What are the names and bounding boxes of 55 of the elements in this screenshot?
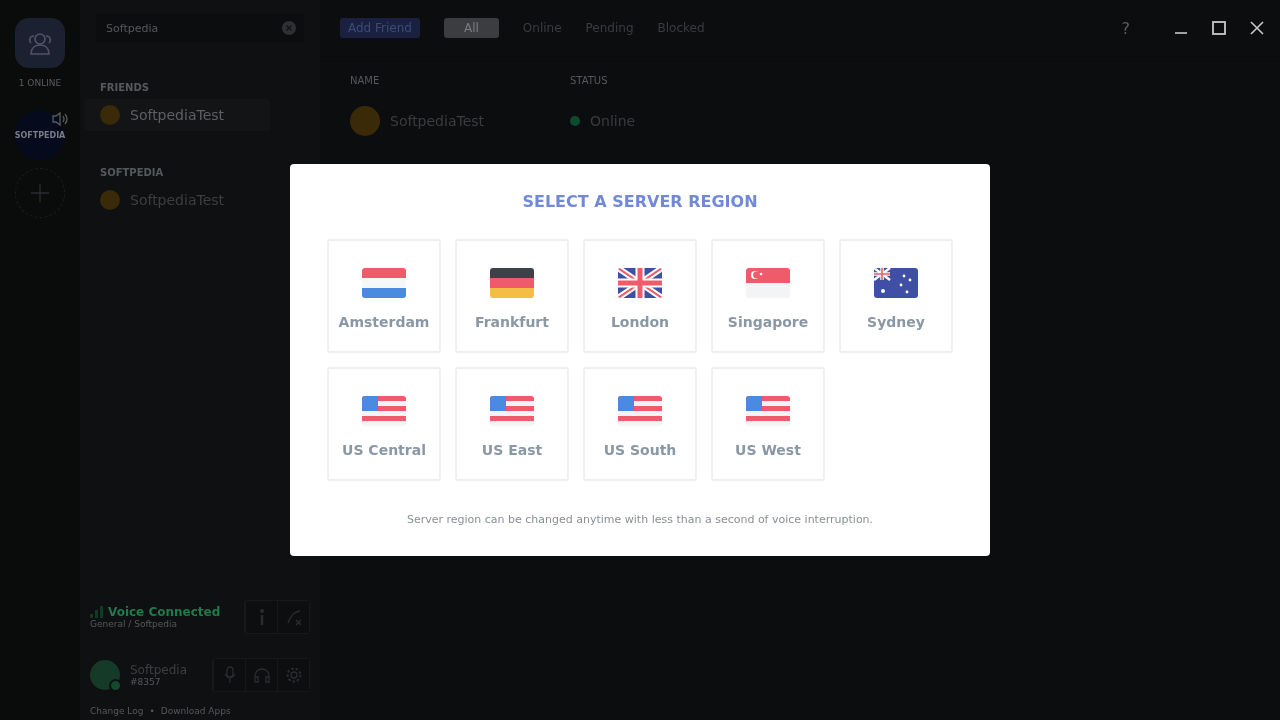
search-field[interactable]: Softpedia bbox=[96, 14, 304, 42]
flag-icon bbox=[490, 396, 534, 426]
speaker-icon bbox=[51, 111, 69, 127]
friends-button[interactable] bbox=[15, 18, 65, 68]
avatar-icon bbox=[350, 106, 380, 136]
dialog-title: SELECT A SERVER REGION bbox=[522, 192, 758, 211]
flag-icon bbox=[746, 268, 790, 298]
settings-button[interactable] bbox=[277, 659, 309, 691]
tab[interactable]: All bbox=[443, 18, 499, 38]
region-option[interactable]: Sydney bbox=[839, 239, 953, 353]
settings-icon bbox=[284, 666, 303, 684]
server-button[interactable]: SOFTPEDIA bbox=[15, 110, 65, 160]
dialog-note: Server region can be changed anytime with less than a second of voice interruption. bbox=[406, 513, 874, 526]
region-option[interactable]: US East bbox=[455, 367, 569, 481]
close-icon[interactable] bbox=[1250, 21, 1264, 35]
avatar-icon bbox=[100, 105, 120, 125]
region-option[interactable]: Frankfurt bbox=[455, 239, 569, 353]
status-dot bbox=[109, 679, 122, 692]
phone-icon bbox=[284, 608, 303, 626]
region-option[interactable]: Singapore bbox=[711, 239, 825, 353]
disconnect-button[interactable] bbox=[277, 601, 309, 633]
flag-icon bbox=[746, 396, 790, 426]
add-friend-button[interactable]: Add Friend bbox=[340, 18, 420, 38]
voice-status: Voice Connected bbox=[108, 605, 221, 619]
region-option[interactable]: Amsterdam bbox=[327, 239, 441, 353]
flag-icon bbox=[362, 396, 406, 426]
change-log-link[interactable]: Change Log bbox=[90, 706, 144, 716]
maximize-icon[interactable] bbox=[1212, 21, 1226, 35]
online-count: 1 ONLINE bbox=[18, 78, 62, 88]
flag-icon bbox=[362, 268, 406, 298]
clear-icon[interactable] bbox=[282, 21, 296, 35]
plus-icon bbox=[30, 183, 50, 203]
flag-icon bbox=[618, 396, 662, 426]
microphone-icon bbox=[223, 666, 236, 684]
online-dot bbox=[570, 116, 580, 126]
region-option[interactable]: US South bbox=[583, 367, 697, 481]
signal-icon bbox=[90, 606, 104, 618]
column-header: NAME bbox=[350, 75, 381, 86]
help-button[interactable]: ? bbox=[1121, 18, 1130, 38]
user-tag: #8357 bbox=[130, 677, 202, 687]
voice-channel: General / Softpedia bbox=[90, 619, 178, 629]
column-header: STATUS bbox=[570, 75, 608, 86]
flag-icon bbox=[490, 268, 534, 298]
section-heading: SOFTPEDIA bbox=[100, 167, 165, 178]
flag-icon bbox=[618, 268, 662, 298]
download-apps-link[interactable]: Download Apps bbox=[160, 706, 231, 716]
separator-dot: • bbox=[149, 706, 155, 716]
headphones-icon bbox=[252, 667, 271, 683]
region-option[interactable]: US Central bbox=[327, 367, 441, 481]
region-option[interactable]: US West bbox=[711, 367, 825, 481]
flag-icon bbox=[874, 268, 918, 298]
friend-item[interactable]: SoftpediaTest bbox=[84, 99, 270, 131]
region-option[interactable]: London bbox=[583, 239, 697, 353]
avatar-icon bbox=[100, 190, 120, 210]
section-heading: FRIENDS bbox=[100, 82, 150, 93]
